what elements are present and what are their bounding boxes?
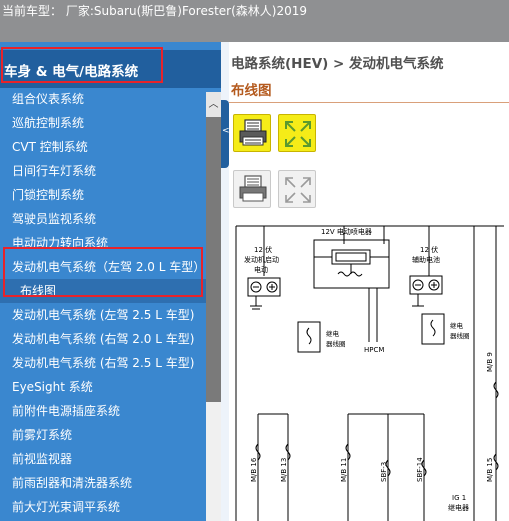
starter-sub-label: 电动 (254, 265, 268, 274)
sidebar-item-instrument-cluster[interactable]: 组合仪表系统 (0, 87, 206, 111)
sidebar-item-front-view-monitor[interactable]: 前视监视器 (0, 447, 206, 471)
sidebar-item-eyesight[interactable]: EyeSight 系统 (0, 375, 206, 399)
sidebar-item-cvt-control[interactable]: CVT 控制系统 (0, 135, 206, 159)
starter-name-label: 发动机启动 (244, 255, 279, 264)
relay-coil-right-sub-label: 器线圈 (450, 331, 470, 340)
scroll-thumb[interactable] (206, 117, 221, 402)
ig1-sub-label: 继电器 (448, 503, 469, 512)
sidebar-list: 组合仪表系统 巡航控制系统 CVT 控制系统 日间行车灯系统 门锁控制系统 驾驶… (0, 87, 206, 519)
header-highlight-box (1, 47, 163, 83)
fullscreen-button[interactable] (278, 114, 316, 152)
wiring-diagram: 12V 电动喷电器 12 伏 发动机启动 电动 12 伏 辅助电池 继电 器线圈… (235, 225, 504, 521)
relay-coil-left-label: 继电 (326, 329, 340, 338)
relay-coil-left-sub-label: 器线圈 (326, 339, 346, 348)
panel-splitter[interactable]: < (221, 42, 230, 521)
expand-arrows-icon (285, 121, 311, 147)
mb15-label: M/B 15 (486, 458, 494, 482)
fullscreen-button-secondary[interactable] (278, 170, 316, 208)
expand-arrows-icon (285, 177, 311, 203)
relay-coil-right-label: 继电 (450, 321, 464, 330)
sidebar-item-engine-electrical-rhd-2-0[interactable]: 发动机电气系统 (右驾 2.0 L 车型) (0, 327, 206, 351)
mb13-label: M/B 13 (280, 458, 288, 482)
aux-voltage-label: 12 伏 (420, 245, 438, 254)
mb11-label: M/B 11 (340, 458, 348, 482)
sidebar-item-cruise-control[interactable]: 巡航控制系统 (0, 111, 206, 135)
mb16-label: M/B 16 (250, 457, 258, 482)
printer-icon (239, 119, 267, 146)
sidebar-item-daytime-running-lights[interactable]: 日间行车灯系统 (0, 159, 206, 183)
sidebar: 车身 & 电气/电路系统 组合仪表系统 巡航控制系统 CVT 控制系统 日间行车… (0, 42, 221, 521)
title-divider (229, 102, 509, 103)
sbf14-label: SBF-14 (416, 457, 424, 482)
starter-voltage-label: 12 伏 (254, 245, 272, 254)
sidebar-item-front-wiper-washer[interactable]: 前雨刮器和清洗器系统 (0, 471, 206, 495)
mb9-label: M/B 9 (486, 352, 494, 372)
sidebar-item-engine-electrical-rhd-2-5[interactable]: 发动机电气系统 (右驾 2.5 L 车型) (0, 351, 206, 375)
scroll-up-button[interactable]: ︿ (206, 92, 221, 117)
vehicle-title: 当前车型： 厂家:Subaru(斯巴鲁)Forester(森林人)2019 (2, 4, 307, 18)
sidebar-item-driver-monitoring[interactable]: 驾驶员监视系统 (0, 207, 206, 231)
print-button[interactable] (233, 114, 271, 152)
content-area: 电路系统(HEV) > 发动机电气系统 布线图 12V 电动喷电器 12 伏 发… (229, 42, 509, 521)
relay-12v-label: 12V 电动喷电器 (321, 227, 372, 236)
selected-item-highlight-box (3, 247, 203, 297)
sidebar-item-front-fog-lights[interactable]: 前雾灯系统 (0, 423, 206, 447)
sbf3-label: SBF-3 (380, 462, 388, 482)
breadcrumb: 电路系统(HEV) > 发动机电气系统 (231, 56, 444, 72)
hpcm-label: HPCM (364, 346, 384, 354)
sidebar-item-engine-electrical-lhd-2-5[interactable]: 发动机电气系统 (左驾 2.5 L 车型) (0, 303, 206, 327)
page-subtitle: 布线图 (231, 83, 272, 99)
sidebar-item-door-lock[interactable]: 门锁控制系统 (0, 183, 206, 207)
top-bar: 当前车型： 厂家:Subaru(斯巴鲁)Forester(森林人)2019 (0, 0, 509, 42)
printer-icon (239, 175, 267, 202)
sidebar-item-headlight-leveling[interactable]: 前大灯光束调平系统 (0, 495, 206, 519)
ig1-label: IG 1 (452, 494, 466, 502)
sidebar-item-front-power-outlet[interactable]: 前附件电源插座系统 (0, 399, 206, 423)
print-button-secondary[interactable] (233, 170, 271, 208)
aux-name-label: 辅助电池 (412, 255, 440, 264)
sidebar-scrollbar[interactable]: ︿ (206, 92, 221, 521)
collapse-sidebar-tab[interactable]: < (221, 100, 230, 168)
